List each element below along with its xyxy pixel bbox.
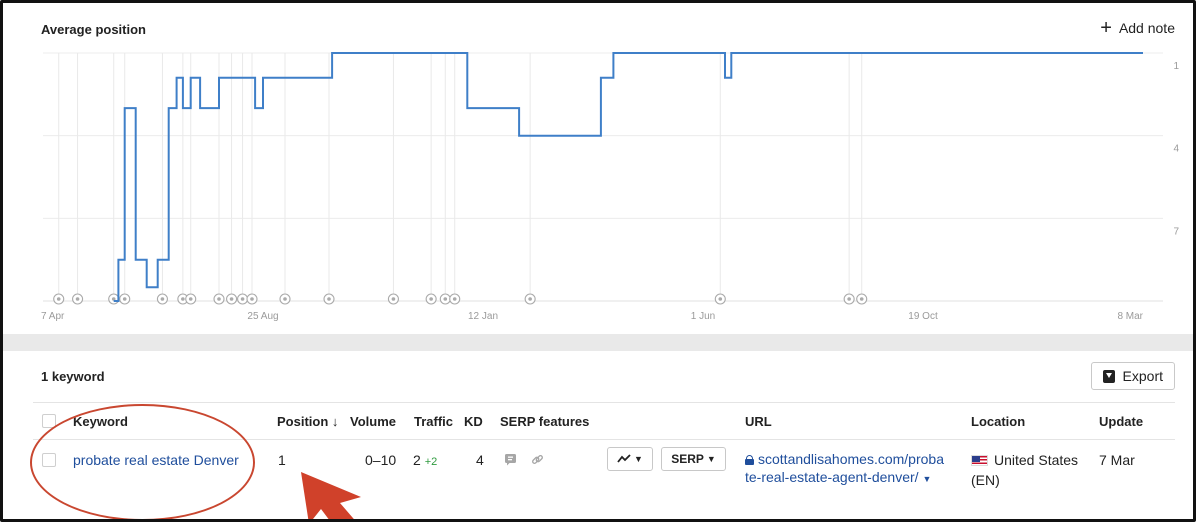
- trend-chart-icon: [617, 454, 631, 463]
- col-update[interactable]: Update: [1099, 414, 1143, 429]
- note-marker-dot: [75, 297, 80, 301]
- export-icon: [1102, 369, 1115, 383]
- x-tick-label: 1 Jun: [691, 311, 715, 322]
- col-volume[interactable]: Volume: [350, 414, 396, 429]
- note-marker-dot: [122, 297, 127, 301]
- select-all-checkbox[interactable]: [42, 414, 56, 428]
- note-marker-dot: [327, 297, 331, 301]
- chart-scrollbar-band: [3, 334, 1193, 351]
- x-tick-label: 8 Mar: [1117, 311, 1143, 322]
- col-location[interactable]: Location: [971, 414, 1025, 429]
- link-icon: [532, 455, 543, 464]
- note-marker-dot: [56, 297, 61, 301]
- note-marker-dot: [718, 297, 723, 301]
- note-marker-dot: [391, 297, 396, 301]
- note-marker-dot: [452, 297, 457, 301]
- y-tick-label: 1: [1173, 61, 1179, 72]
- y-tick-label: 7: [1173, 226, 1179, 237]
- col-keyword[interactable]: Keyword: [73, 414, 128, 429]
- note-marker-dot: [217, 297, 221, 301]
- kd-value: 4: [476, 452, 484, 468]
- location-language: (EN): [971, 472, 1000, 488]
- y-tick-label: 4: [1173, 144, 1179, 155]
- lock-icon: [745, 455, 754, 465]
- url-line-1: scottandlisahomes.com/proba: [758, 451, 944, 467]
- traffic-delta: +2: [424, 456, 438, 468]
- note-marker-dot: [250, 297, 254, 301]
- col-url[interactable]: URL: [745, 414, 772, 429]
- note-marker-dot: [859, 297, 864, 301]
- table-top-divider: [33, 402, 1175, 403]
- keyword-text[interactable]: probate real estate Denver: [73, 452, 239, 468]
- note-marker-dot: [528, 297, 532, 301]
- x-tick-label: 12 Jan: [468, 311, 498, 322]
- note-marker-dot: [160, 297, 165, 301]
- volume-value: 0–10: [365, 452, 397, 468]
- caret-down-icon[interactable]: ▼: [922, 474, 931, 484]
- x-tick-label: 7 Apr: [41, 311, 65, 322]
- update-value: 7 Mar: [1099, 452, 1135, 468]
- traffic-cell: 2 +2: [413, 452, 437, 468]
- note-marker-dot: [429, 297, 433, 301]
- position-history-button[interactable]: ▼: [607, 447, 653, 471]
- position-series-line: [113, 52, 1143, 302]
- featured-snippet-icon: [505, 454, 516, 466]
- note-marker-dot: [181, 297, 185, 301]
- location-value: United States: [994, 452, 1079, 468]
- x-tick-label: 25 Aug: [247, 311, 278, 322]
- col-position[interactable]: Position ↓: [277, 414, 338, 429]
- col-kd[interactable]: KD: [464, 414, 483, 429]
- average-position-chart: 1 4 7 7 Apr 25 Aug 12 Jan 1 Jun 19 Oct 8 Mar: [41, 52, 1179, 322]
- serp-button[interactable]: SERP ▼: [661, 447, 726, 471]
- app-frame: Average position + Add note 1477 Apr 25 A…: [0, 0, 1196, 522]
- serp-button-label: SERP: [671, 452, 704, 466]
- header-divider: [33, 439, 1175, 440]
- caret-down-icon: ▼: [706, 454, 716, 464]
- location-cell: United States (EN): [971, 450, 1078, 490]
- note-marker-dot: [188, 297, 193, 301]
- col-traffic[interactable]: Traffic: [414, 414, 453, 429]
- traffic-value: 2: [413, 452, 421, 468]
- note-marker-dot: [443, 297, 448, 301]
- keyword-link[interactable]: probate real estate Denver: [73, 452, 239, 468]
- note-marker-dot: [240, 297, 245, 301]
- export-label: Export: [1122, 368, 1163, 384]
- url-line-2: te-real-estate-agent-denver/: [745, 469, 919, 485]
- x-tick-label: 19 Oct: [908, 311, 938, 322]
- note-marker-dot: [283, 297, 287, 301]
- note-marker-dot: [229, 297, 234, 301]
- row-checkbox[interactable]: [42, 453, 56, 467]
- export-button[interactable]: Export: [1090, 362, 1175, 390]
- ranking-url-link[interactable]: scottandlisahomes.com/proba te-real-esta…: [745, 450, 960, 488]
- col-serp-features: SERP features: [500, 414, 590, 429]
- us-flag-icon: [971, 455, 988, 466]
- note-marker-dot: [847, 297, 851, 301]
- keyword-count: 1 keyword: [41, 369, 105, 384]
- caret-down-icon: ▼: [634, 454, 643, 464]
- position-value: 1: [278, 452, 286, 468]
